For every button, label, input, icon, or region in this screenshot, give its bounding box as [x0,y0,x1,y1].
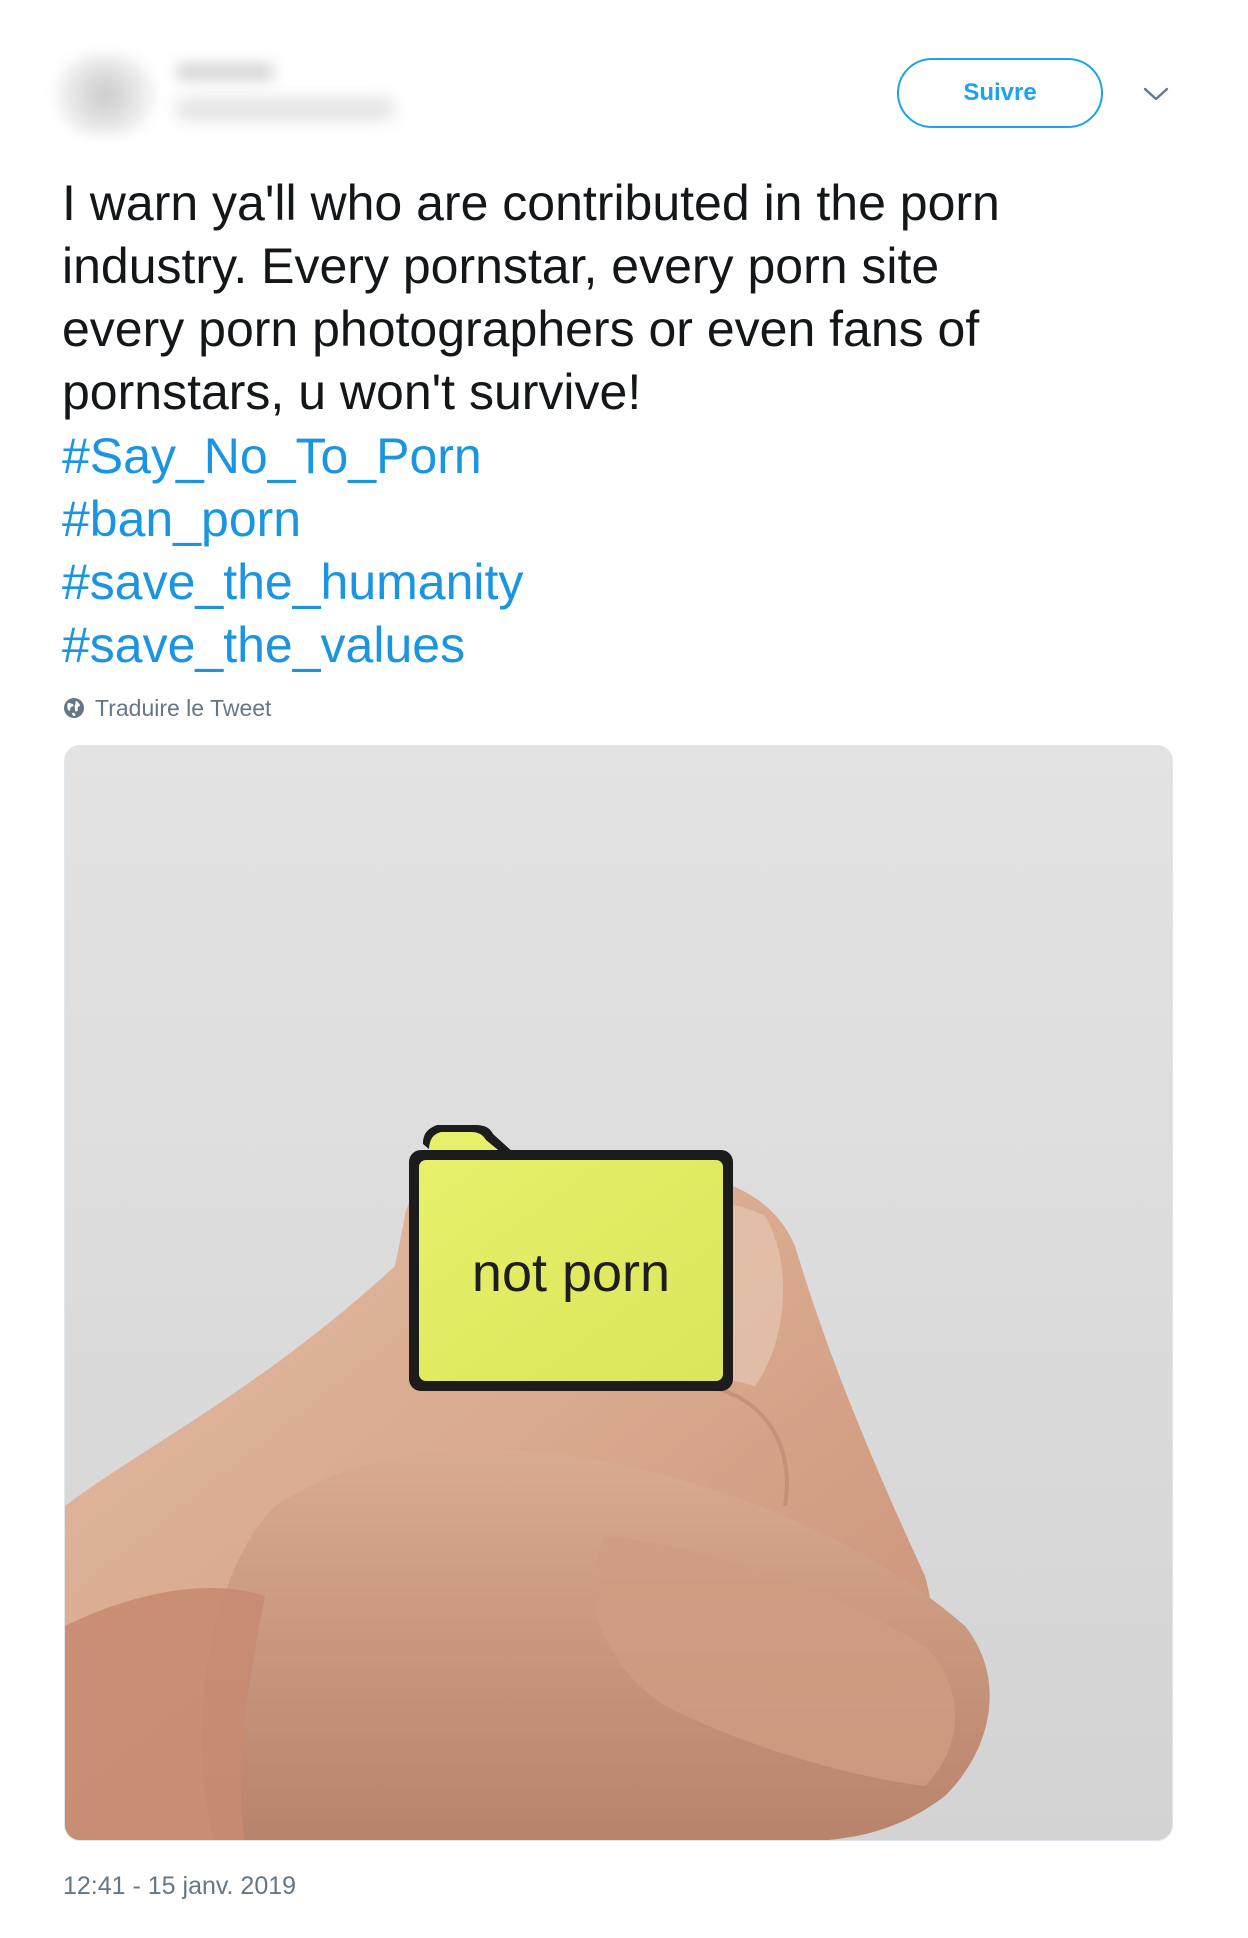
tweet-text-line: every porn photographers or even fans of [62,301,980,357]
hashtag-link[interactable]: #save_the_humanity [62,551,523,614]
tweet-text-line: pornstars, u won't survive! [62,364,642,420]
chevron-down-icon[interactable] [1138,80,1174,108]
pin-text: not porn [472,1243,670,1303]
hashtag-link[interactable]: #save_the_values [62,614,465,677]
tweet-photo[interactable]: not porn [64,745,1173,1841]
hashtag-link[interactable]: #ban_porn [62,488,301,551]
tweet-timestamp[interactable]: 12:41 - 15 janv. 2019 [63,1872,296,1901]
follow-button[interactable]: Suivre [897,58,1103,128]
translate-tweet-link[interactable]: Traduire le Tweet [63,693,271,723]
tweet-text-line: industry. Every pornstar, every porn sit… [62,238,940,294]
tweet-text: I warn ya'll who are contributed in the … [62,172,1172,424]
author-name-blurred[interactable] [175,63,275,81]
globe-icon [63,697,85,719]
tweet-text-line: I warn ya'll who are contributed in the … [62,175,1000,231]
folder-pin: not porn [409,1125,733,1391]
tweet-card: Suivre I warn ya'll who are contributed … [0,0,1248,1938]
hashtag-link[interactable]: #Say_No_To_Porn [62,425,482,488]
avatar[interactable] [55,55,155,135]
author-handle-blurred [175,98,395,120]
hashtag-list: #Say_No_To_Porn #ban_porn #save_the_huma… [62,425,1172,677]
translate-label: Traduire le Tweet [95,694,272,721]
